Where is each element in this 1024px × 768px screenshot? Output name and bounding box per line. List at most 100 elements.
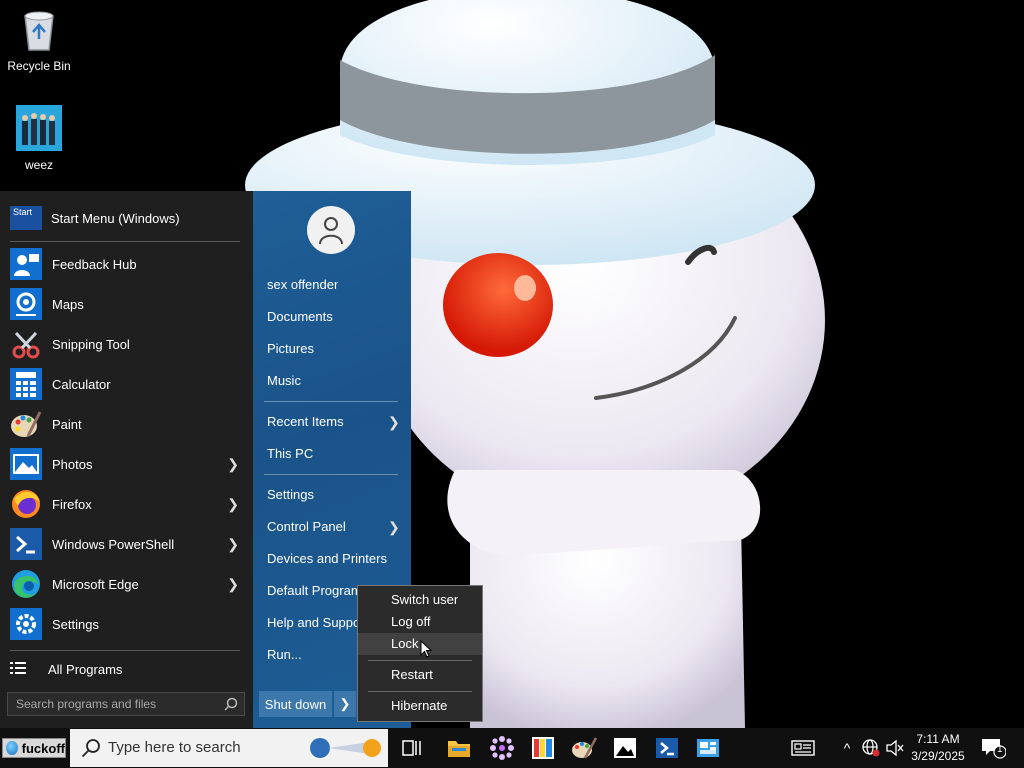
news-icon [791, 740, 815, 756]
app-label: Maps [52, 296, 84, 312]
taskbar-app-control-panel[interactable] [688, 732, 728, 764]
default-programs-link[interactable]: Default Programs [267, 583, 368, 598]
app-label: Calculator [52, 376, 111, 392]
app-label: Snipping Tool [52, 336, 130, 352]
taskbar-app-powershell[interactable] [647, 732, 687, 764]
user-avatar[interactable] [307, 206, 355, 254]
app-item-snipping-tool[interactable]: Snipping Tool [0, 324, 253, 364]
chevron-right-icon: ❯ [227, 456, 239, 472]
photos-icon [10, 448, 42, 480]
shutdown-options-button[interactable]: ❯ [334, 691, 356, 717]
app-item-feedback-hub[interactable]: Feedback Hub [0, 244, 253, 284]
start-menu: Start Start Menu (Windows) Feedback Hub … [0, 191, 411, 728]
recycle-bin-icon [1, 8, 77, 55]
app-item-windows-powershell[interactable]: Windows PowerShell ❯ [0, 524, 253, 564]
app-item-settings[interactable]: Settings [0, 604, 253, 644]
chevron-right-icon: ❯ [339, 696, 351, 711]
news-widget-button[interactable] [787, 728, 819, 768]
chevron-right-icon: ❯ [227, 536, 239, 552]
taskbar-search-input[interactable] [108, 739, 298, 756]
start-button[interactable]: fuckoff [2, 738, 66, 758]
all-programs-button[interactable]: All Programs [10, 661, 122, 678]
app-item-photos[interactable]: Photos ❯ [0, 444, 253, 484]
divider [264, 474, 398, 475]
chevron-up-icon: ^ [843, 740, 851, 756]
show-hidden-icons-button[interactable]: ^ [838, 728, 856, 768]
start-menu-header[interactable]: Start Start Menu (Windows) [10, 205, 180, 231]
mouse-cursor-icon [420, 639, 433, 662]
help-support-link[interactable]: Help and Support [267, 615, 368, 630]
photos-icon [614, 738, 636, 758]
app-item-microsoft-edge[interactable]: Microsoft Edge ❯ [0, 564, 253, 604]
app-label: Firefox [52, 496, 92, 512]
powershell-icon [656, 738, 678, 758]
taskbar-clock[interactable]: 7:11 AM 3/29/2025 [902, 731, 974, 765]
chevron-right-icon: ❯ [388, 519, 400, 535]
control-panel-link[interactable]: Control Panel [267, 519, 346, 534]
taskbar-app-file-explorer[interactable] [439, 732, 479, 764]
start-button-label: fuckoff [21, 740, 65, 756]
notification-center-button[interactable]: 1 [980, 737, 1007, 762]
pinned-apps-list: Feedback Hub Maps Snipping Tool Calculat… [0, 244, 253, 644]
file-explorer-icon [448, 741, 470, 757]
start-orb-icon [6, 741, 18, 755]
search-icon [224, 697, 238, 714]
menu-item-switch-user[interactable]: Switch user [358, 589, 482, 611]
music-link[interactable]: Music [267, 373, 301, 388]
taskbar-search-box[interactable] [70, 729, 388, 767]
task-view-button[interactable] [392, 732, 432, 764]
network-status-button[interactable] [860, 728, 882, 768]
search-icon [81, 738, 101, 761]
taskbar-app-photos[interactable] [605, 732, 645, 764]
start-menu-badge-icon: Start [10, 206, 42, 230]
devices-printers-link[interactable]: Devices and Printers [267, 551, 387, 566]
paint-icon [572, 737, 597, 759]
divider [264, 401, 398, 402]
documents-link[interactable]: Documents [267, 309, 333, 324]
clock-date: 3/29/2025 [911, 749, 965, 763]
list-icon [10, 661, 26, 678]
taskbar-app-paint[interactable] [564, 732, 604, 764]
paint-icon [10, 408, 42, 440]
recent-items-link[interactable]: Recent Items [267, 414, 344, 429]
start-search-box[interactable] [7, 692, 245, 716]
app-item-paint[interactable]: Paint [0, 404, 253, 444]
pictures-link[interactable]: Pictures [267, 341, 314, 356]
settings-link[interactable]: Settings [267, 487, 314, 502]
album-art-icon [1, 105, 77, 154]
desktop-icon-weez[interactable]: weez [1, 105, 77, 172]
desktop-icon-recycle-bin[interactable]: Recycle Bin [1, 8, 77, 73]
menu-item-log-off[interactable]: Log off [358, 611, 482, 633]
notification-count-badge: 1 [997, 744, 1003, 755]
chevron-right-icon: ❯ [227, 576, 239, 592]
taskbar-app-dots[interactable] [482, 732, 522, 764]
app-item-firefox[interactable]: Firefox ❯ [0, 484, 253, 524]
edge-icon [10, 568, 42, 600]
start-menu-programs-pane: Start Start Menu (Windows) Feedback Hub … [0, 191, 253, 728]
snipping-tool-icon [10, 328, 42, 360]
globe-icon [862, 739, 880, 757]
start-menu-header-label: Start Menu (Windows) [51, 210, 180, 226]
divider [10, 650, 240, 651]
menu-item-hibernate[interactable]: Hibernate [358, 695, 482, 717]
chevron-right-icon: ❯ [388, 414, 400, 430]
user-icon [319, 217, 343, 245]
run-link[interactable]: Run... [267, 647, 302, 662]
start-search-input[interactable] [16, 697, 216, 711]
shutdown-button[interactable]: Shut down [259, 691, 332, 717]
taskbar-app-colors[interactable] [523, 732, 563, 764]
chevron-right-icon: ❯ [227, 496, 239, 512]
all-programs-label: All Programs [48, 662, 123, 677]
this-pc-link[interactable]: This PC [267, 446, 313, 461]
powershell-icon [10, 528, 42, 560]
task-view-icon [402, 740, 421, 756]
app-item-maps[interactable]: Maps [0, 284, 253, 324]
app-label: Feedback Hub [52, 256, 137, 272]
divider [368, 691, 472, 692]
app-label: Photos [52, 456, 93, 472]
app-label: Microsoft Edge [52, 576, 139, 592]
app-item-calculator[interactable]: Calculator [0, 364, 253, 404]
menu-item-restart[interactable]: Restart [358, 664, 482, 686]
user-name-link[interactable]: sex offender [267, 277, 338, 292]
maps-icon [10, 288, 42, 320]
